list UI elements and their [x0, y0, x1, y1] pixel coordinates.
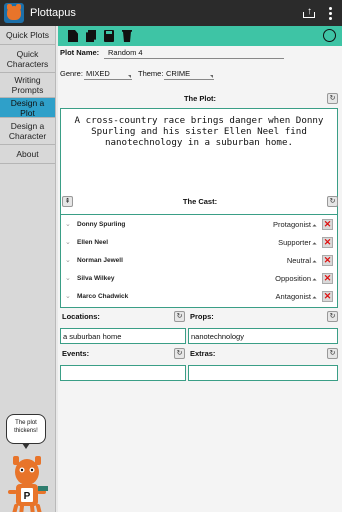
- mascot: The plot thickens! P: [4, 414, 50, 512]
- plot-section-title: The Plot:: [183, 94, 217, 103]
- plot-name-label: Plot Name:: [60, 48, 100, 57]
- cast-role-select[interactable]: Neutral: [287, 256, 311, 265]
- app-logo-icon[interactable]: [4, 3, 24, 23]
- delete-cast-button[interactable]: ✕: [322, 291, 333, 302]
- cast-role-select[interactable]: Protagonist: [273, 220, 311, 229]
- cast-role-select[interactable]: Antagonist: [276, 292, 311, 301]
- role-dropdown-icon: [312, 278, 317, 283]
- mascot-speech-bubble: The plot thickens!: [6, 414, 46, 444]
- chevron-down-icon[interactable]: ⌄: [65, 238, 71, 246]
- cast-role-select[interactable]: Supporter: [278, 238, 311, 247]
- extras-label: Extras:: [190, 349, 216, 358]
- regenerate-events-icon[interactable]: ↻: [174, 348, 185, 359]
- chevron-down-icon[interactable]: ⌄: [65, 292, 71, 300]
- theme-label: Theme:: [138, 69, 164, 78]
- props-input[interactable]: nanotechnology: [188, 328, 338, 344]
- cast-role-select[interactable]: Opposition: [275, 274, 311, 283]
- genre-dropdown-icon: [128, 75, 131, 78]
- main-content: Plot Name: Random 4 Genre: MIXED Theme: …: [58, 26, 342, 512]
- dice-icon[interactable]: [323, 29, 336, 42]
- props-label: Props:: [190, 312, 214, 321]
- genre-label: Genre:: [60, 69, 83, 78]
- locations-input[interactable]: a suburban home: [60, 328, 186, 344]
- cast-row: ⌄ Norman Jewell Neutral ✕: [61, 252, 337, 270]
- delete-cast-button[interactable]: ✕: [322, 219, 333, 230]
- chevron-down-icon[interactable]: ⌄: [65, 256, 71, 264]
- app-title: Plottapus: [30, 7, 76, 19]
- delete-cast-button[interactable]: ✕: [322, 273, 333, 284]
- sidebar-item-quick-characters[interactable]: Quick Characters: [0, 45, 55, 73]
- sidebar-item-design-a-character[interactable]: Design a Character: [0, 118, 55, 145]
- share-icon[interactable]: ↑: [303, 6, 315, 18]
- cast-name[interactable]: Silva Wilkey: [77, 275, 115, 282]
- regenerate-extras-icon[interactable]: ↻: [327, 348, 338, 359]
- genre-select[interactable]: MIXED: [86, 69, 110, 78]
- regenerate-props-icon[interactable]: ↻: [327, 311, 338, 322]
- cast-name[interactable]: Norman Jewell: [77, 257, 123, 264]
- sidebar: Quick Plots Quick Characters Writing Pro…: [0, 26, 56, 512]
- cast-name[interactable]: Donny Spurling: [77, 221, 125, 228]
- cast-row: ⌄ Ellen Neel Supporter ✕: [61, 234, 337, 252]
- regenerate-cast-icon[interactable]: ↻: [327, 196, 338, 207]
- delete-cast-button[interactable]: ✕: [322, 255, 333, 266]
- sidebar-item-writing-prompts[interactable]: Writing Prompts: [0, 73, 55, 98]
- cast-row: ⌄ Silva Wilkey Opposition ✕: [61, 270, 337, 288]
- svg-text:P: P: [24, 491, 31, 502]
- action-bar: Plottapus ↑: [0, 0, 342, 26]
- role-dropdown-icon: [312, 296, 317, 301]
- sidebar-item-design-a-plot[interactable]: Design a Plot: [0, 98, 55, 118]
- toolbar: [58, 26, 342, 46]
- role-dropdown-icon: [312, 224, 317, 229]
- cast-name[interactable]: Marco Chadwick: [77, 293, 128, 300]
- locations-label: Locations:: [62, 312, 100, 321]
- cast-row: ⌄ Donny Spurling Protagonist ✕: [61, 216, 337, 234]
- regenerate-locations-icon[interactable]: ↻: [174, 311, 185, 322]
- role-dropdown-icon: [312, 260, 317, 265]
- save-icon[interactable]: [104, 30, 114, 42]
- chevron-down-icon[interactable]: ⌄: [65, 220, 71, 228]
- delete-cast-button[interactable]: ✕: [322, 237, 333, 248]
- overflow-menu-icon[interactable]: [329, 6, 332, 20]
- role-dropdown-icon: [312, 242, 317, 247]
- new-document-icon[interactable]: [68, 30, 78, 42]
- events-label: Events:: [62, 349, 90, 358]
- chevron-down-icon[interactable]: ⌄: [65, 274, 71, 282]
- trash-icon[interactable]: [122, 30, 132, 42]
- extras-input[interactable]: [188, 365, 338, 381]
- plot-name-input[interactable]: Random 4: [108, 48, 143, 57]
- theme-select[interactable]: CRIME: [166, 69, 190, 78]
- cast-row: ⌄ Marco Chadwick Antagonist ✕: [61, 288, 337, 306]
- cast-name[interactable]: Ellen Neel: [77, 239, 108, 246]
- events-input[interactable]: [60, 365, 186, 381]
- cast-section-title: The Cast:: [182, 197, 218, 206]
- copy-document-icon[interactable]: [86, 30, 96, 42]
- theme-dropdown-icon: [210, 75, 213, 78]
- regenerate-plot-icon[interactable]: ↻: [327, 93, 338, 104]
- cast-list: ⌄ Donny Spurling Protagonist ✕ ⌄ Ellen N…: [60, 214, 338, 308]
- sidebar-item-about[interactable]: About: [0, 145, 55, 164]
- sidebar-item-quick-plots[interactable]: Quick Plots: [0, 26, 55, 45]
- mascot-octopus-icon: P: [8, 456, 48, 512]
